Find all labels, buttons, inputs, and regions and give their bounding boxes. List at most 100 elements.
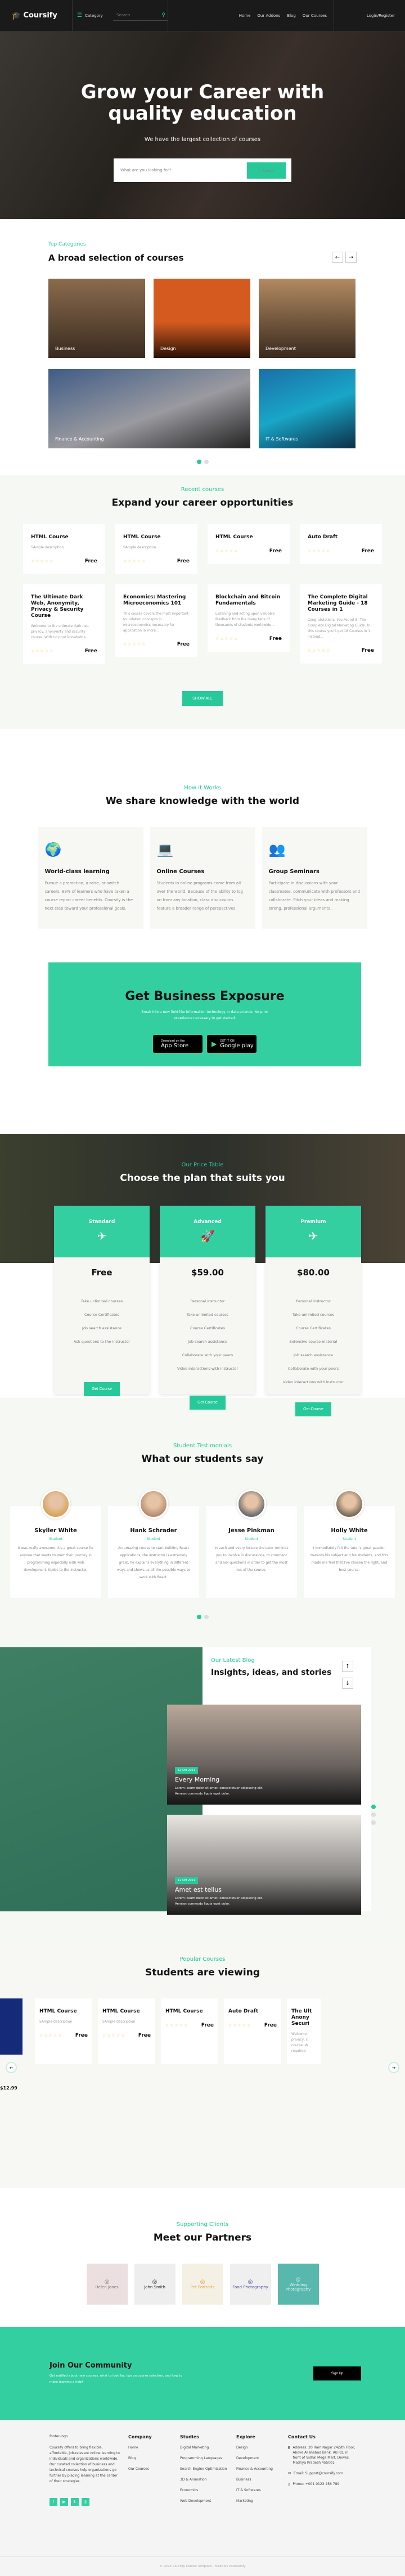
course-card[interactable]: The Complete Digital Marketing Guide - 1…: [300, 584, 382, 664]
partner-logo[interactable]: ◎ Helen Jones: [86, 2264, 128, 2305]
footer-phone[interactable]: ▯ Phone: +001 0123 456 789: [288, 2482, 356, 2487]
nav-courses[interactable]: Our Courses: [303, 13, 327, 18]
category-tile-design[interactable]: Design: [154, 279, 250, 358]
footer-link-explore[interactable]: Finance & Accounting: [236, 2466, 288, 2471]
course-card[interactable]: Auto Draft ☆☆☆☆☆ Free: [224, 1998, 281, 2064]
nav-home[interactable]: Home: [239, 13, 251, 18]
blog-down-button[interactable]: ↓: [342, 1678, 353, 1689]
course-card[interactable]: HTML Course ☆☆☆☆☆ Free: [208, 524, 290, 564]
recent-title: Expand your career opportunities: [111, 497, 294, 508]
partner-logo[interactable]: ◎ Pet Portraits: [182, 2264, 223, 2305]
category-menu[interactable]: ☰ Category: [77, 12, 103, 19]
facebook-icon[interactable]: f: [50, 2498, 57, 2506]
course-card[interactable]: HTML Course ☆☆☆☆☆ Free: [161, 1998, 218, 2064]
course-card[interactable]: Auto Draft ☆☆☆☆☆ Free: [300, 524, 382, 564]
pagination-dot[interactable]: [196, 460, 201, 464]
footer-link-explore[interactable]: Development: [236, 2456, 288, 2461]
header-search[interactable]: Search ⚲: [112, 10, 168, 21]
course-title: Auto Draft: [308, 534, 338, 540]
footer-logo[interactable]: footer-logo: [50, 2434, 128, 2438]
login-register-link[interactable]: Login/Register: [334, 13, 405, 18]
get-course-button[interactable]: Get Course: [84, 1382, 120, 1396]
footer-link-company[interactable]: Blog: [128, 2456, 180, 2461]
footer-link-company[interactable]: Home: [128, 2445, 180, 2450]
partner-logo[interactable]: ◎ Wedding Photography: [277, 2264, 319, 2305]
category-tile-finance[interactable]: Finance & Accounting: [48, 369, 250, 448]
course-card[interactable]: Blockchain and Bitcoin Fundamentals Liste…: [208, 584, 290, 652]
blog-pagination: [371, 1805, 376, 1825]
partial-course-card-left[interactable]: [0, 1998, 22, 2055]
student-name: Skyller White: [34, 1528, 77, 1534]
instagram-icon[interactable]: ◎: [82, 2498, 89, 2506]
blog-card[interactable]: 12 Oct 2021 Every Morning Lorem ipsum do…: [167, 1705, 361, 1805]
footer-link-explore[interactable]: Design: [236, 2445, 288, 2450]
footer-link-explore[interactable]: Business: [236, 2477, 288, 2482]
search-icon[interactable]: ⚲: [161, 12, 165, 18]
sign-up-button[interactable]: Sign Up: [313, 2366, 361, 2380]
testimonial-card: Jesse Pinkman Student In each and every le…: [206, 1489, 297, 1598]
partner-logo[interactable]: ◎ John Smith: [134, 2264, 176, 2305]
logo[interactable]: 🎓 Coursify: [0, 0, 73, 31]
categories-eyebrow: Top Categories: [48, 242, 86, 247]
nav-addons[interactable]: Our Addons: [257, 13, 280, 18]
testimonial-card: Holly White Student I immediately felt the…: [304, 1489, 395, 1598]
course-title: The Ultimate Dark Web, Anonymity, Privac…: [31, 594, 84, 619]
course-price: Free: [75, 2033, 88, 2038]
blog-card[interactable]: 12 Oct 2021 Amet est tellus Lorem ipsum …: [167, 1815, 361, 1915]
plan-feature: Course Certificates: [84, 1312, 119, 1317]
pagination-dot[interactable]: [371, 1812, 376, 1817]
course-title: HTML Course: [39, 2009, 77, 2014]
rating-stars: ☆☆☆☆☆: [102, 2033, 126, 2038]
youtube-icon[interactable]: ▶: [60, 2498, 68, 2506]
pagination-dot[interactable]: [204, 1615, 209, 1619]
partner-logo[interactable]: ◎ Food Photography: [230, 2264, 271, 2305]
course-card[interactable]: HTML Course SAmple description ☆☆☆☆☆ Free: [98, 1998, 155, 2064]
next-arrow-button[interactable]: →: [345, 252, 357, 263]
footer-email[interactable]: ✉ Email: Support@coursify.com: [288, 2471, 356, 2476]
category-tile-development[interactable]: Development: [259, 279, 356, 358]
hero-search-input[interactable]: What are you looking for?: [120, 168, 171, 172]
course-card[interactable]: The Ultimate Dark Web, Anonymity, Privac…: [23, 584, 105, 664]
footer-link-studies[interactable]: Digital Marketing: [180, 2445, 236, 2450]
pagination-dot[interactable]: [204, 460, 209, 464]
google-play-button[interactable]: ▶ GET IT ON Google play: [207, 1035, 256, 1053]
footer-link-studies[interactable]: 3D & Animation: [180, 2477, 236, 2482]
blog-up-button[interactable]: ↑: [342, 1661, 353, 1672]
footer-link-studies[interactable]: Programming Languages: [180, 2456, 236, 2461]
course-card[interactable]: HTML Course SAmple description ☆☆☆☆☆ Free: [35, 1998, 92, 2064]
course-price: Free: [361, 548, 374, 554]
footer-link-company[interactable]: Our Courses: [128, 2466, 180, 2471]
exposure-title: Get Business Exposure: [125, 989, 285, 1003]
pagination-dot[interactable]: [196, 1615, 201, 1619]
partner-name: Helen Jones: [95, 2285, 119, 2289]
testimonials-title: What our students say: [141, 1453, 264, 1465]
rating-stars: ☆☆☆☆☆: [31, 649, 55, 653]
twitter-icon[interactable]: t: [71, 2498, 79, 2506]
carousel-prev-button[interactable]: ←: [6, 2062, 17, 2073]
course-card[interactable]: Economics: Mastering Microeconomics 101 T…: [115, 584, 197, 657]
get-course-button[interactable]: Get Course: [295, 1402, 331, 1416]
nav-blog[interactable]: Blog: [287, 13, 295, 18]
get-course-button[interactable]: Get Course: [190, 1396, 226, 1410]
social-links: f ▶ t ◎: [50, 2498, 128, 2506]
exposure-text: Break into a new field like information …: [141, 1010, 268, 1020]
pricing-eyebrow: Our Price Table: [181, 1162, 224, 1168]
category-tile-business[interactable]: Business: [48, 279, 145, 358]
footer-link-explore[interactable]: IT & Softwares: [236, 2488, 288, 2493]
plan-features: Take unlimited courses Course Certificate…: [54, 1294, 150, 1348]
course-card[interactable]: HTML Course SAmple description ☆☆☆☆☆ Free: [115, 524, 197, 574]
prev-arrow-button[interactable]: ←: [332, 252, 343, 263]
footer-link-studies[interactable]: Search Engine Optimization: [180, 2466, 236, 2471]
carousel-next-button[interactable]: →: [388, 2062, 399, 2073]
header-search-input[interactable]: Search: [116, 13, 130, 17]
category-area: ☰ Category Search ⚲: [73, 0, 168, 31]
category-tile-it[interactable]: IT & Softwares: [259, 369, 356, 448]
pagination-dot[interactable]: [371, 1805, 376, 1809]
footer-link-studies[interactable]: Economics: [180, 2488, 236, 2493]
course-card[interactable]: HTML Course SAmple description ☆☆☆☆☆ Free: [23, 524, 105, 574]
hero-search-button[interactable]: ⚲ Search: [246, 162, 286, 179]
partial-course-card-right[interactable]: The Ult Anony Securi Welcome privacy, c c…: [287, 1998, 321, 2064]
app-store-button[interactable]: Download on the App Store: [153, 1035, 202, 1053]
pagination-dot[interactable]: [371, 1820, 376, 1825]
show-all-button[interactable]: SHOW ALL: [182, 691, 223, 706]
